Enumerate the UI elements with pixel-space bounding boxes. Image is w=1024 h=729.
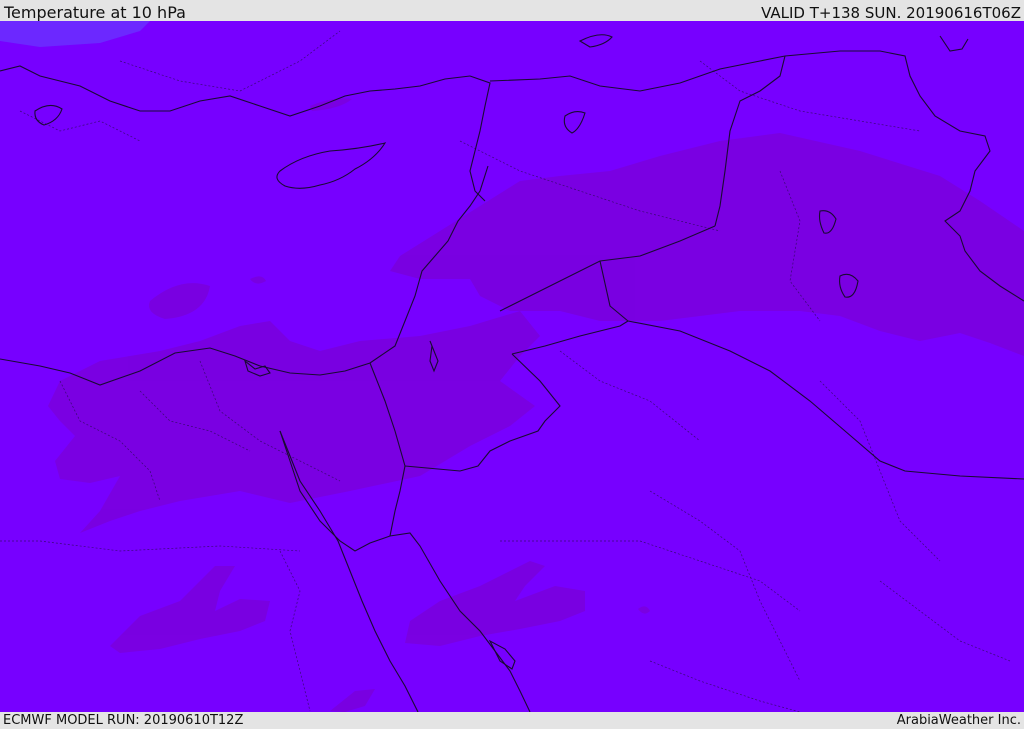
map-area [0, 21, 1024, 712]
header-bar: Temperature at 10 hPa VALID T+138 SUN. 2… [0, 0, 1024, 22]
temperature-contour-band [48, 98, 1024, 712]
footer-bar: ECMWF MODEL RUN: 20190610T12Z ArabiaWeat… [0, 712, 1024, 729]
model-run-label: ECMWF MODEL RUN: 20190610T12Z [3, 713, 244, 728]
map-title: Temperature at 10 hPa [4, 3, 186, 22]
map-svg [0, 21, 1024, 712]
valid-time-label: VALID T+138 SUN. 20190616T06Z [761, 4, 1021, 22]
weather-map-page: Temperature at 10 hPa VALID T+138 SUN. 2… [0, 0, 1024, 729]
cooler-patch [0, 21, 150, 47]
credit-label: ArabiaWeather Inc. [896, 713, 1021, 728]
